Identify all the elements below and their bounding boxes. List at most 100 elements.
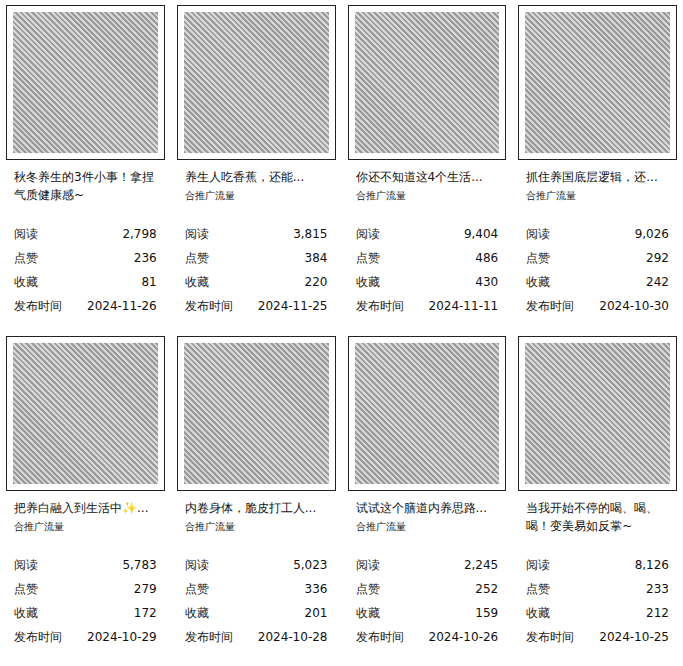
stat-label: 发布时间 <box>185 298 233 315</box>
stat-label: 点赞 <box>14 581 38 598</box>
post-title[interactable]: 秋冬养生的3件小事！拿捏气质健康感~ <box>14 168 157 204</box>
promo-tag: 合推广流量 <box>185 519 328 535</box>
stat-value: 2,798 <box>122 227 156 241</box>
stats-list: 阅读2,798点赞236收藏81发布时间2024-11-26 <box>6 222 165 318</box>
stat-label: 点赞 <box>526 250 550 267</box>
post-card[interactable]: 把养白融入到生活中✨...合推广流量阅读5,783点赞279收藏172发布时间2… <box>6 336 165 649</box>
post-title[interactable]: 把养白融入到生活中✨... <box>14 499 157 517</box>
title-area: 把养白融入到生活中✨... 合推广流量 <box>6 491 165 545</box>
stat-row: 收藏 212 <box>526 601 669 625</box>
post-card[interactable]: 试试这个膳道内养思路...合推广流量阅读2,245点赞252收藏159发布时间2… <box>348 336 507 649</box>
thumbnail-photo <box>13 343 158 484</box>
stat-label: 收藏 <box>526 605 550 622</box>
stat-value: 5,783 <box>122 558 156 572</box>
stat-label: 发布时间 <box>14 629 62 646</box>
post-card[interactable]: 秋冬养生的3件小事！拿捏气质健康感~阅读2,798点赞236收藏81发布时间20… <box>6 5 165 318</box>
stat-value: 2024-10-30 <box>599 299 669 313</box>
stat-row: 阅读9,404 <box>356 222 499 246</box>
stat-row: 点赞 233 <box>526 577 669 601</box>
stats-list: 阅读9,026点赞292收藏242发布时间2024-10-30 <box>518 222 677 318</box>
post-card[interactable]: 当我开始不停的喝、喝、喝！变美易如反掌~ 阅读8,126 点赞 233 收藏 212 发布时… <box>518 336 677 649</box>
post-thumbnail[interactable] <box>348 5 507 160</box>
stat-label: 收藏 <box>14 274 38 291</box>
post-thumbnail[interactable] <box>6 5 165 160</box>
title-area: 养生人吃香蕉，还能... 合推广流量 <box>177 160 336 214</box>
stat-row: 阅读8,126 <box>526 553 669 577</box>
stat-value: 292 <box>646 251 669 265</box>
stat-row: 阅读 5,023 <box>185 553 328 577</box>
stat-row: 发布时间2024-11-11 <box>356 294 499 318</box>
stat-row: 点赞279 <box>14 577 157 601</box>
stat-label: 点赞 <box>526 581 550 598</box>
stat-row: 阅读3,815 <box>185 222 328 246</box>
title-area: 内卷身体，脆皮打工人... 合推广流量 <box>177 491 336 545</box>
stat-row: 收藏172 <box>14 601 157 625</box>
post-thumbnail[interactable] <box>348 336 507 491</box>
stat-label: 发布时间 <box>185 629 233 646</box>
stat-label: 阅读 <box>14 557 38 574</box>
stat-value: 242 <box>646 275 669 289</box>
stat-label: 点赞 <box>356 250 380 267</box>
stat-label: 收藏 <box>356 274 380 291</box>
stat-row: 点赞336 <box>185 577 328 601</box>
stat-label: 点赞 <box>185 250 209 267</box>
stat-row: 发布时间2024-10-25 <box>526 625 669 649</box>
stat-label: 发布时间 <box>526 298 574 315</box>
stat-row: 阅读 5,783 <box>14 553 157 577</box>
stat-value: 236 <box>134 251 157 265</box>
stat-value: 201 <box>305 606 328 620</box>
title-area: 秋冬养生的3件小事！拿捏气质健康感~ <box>6 160 165 214</box>
stat-label: 收藏 <box>185 274 209 291</box>
thumbnail-photo <box>184 343 329 484</box>
stats-list: 阅读5,783点赞279收藏172发布时间2024-10-29 <box>6 553 165 649</box>
promo-tag: 合推广流量 <box>14 519 157 535</box>
stat-value: 2024-10-28 <box>258 630 328 644</box>
post-title[interactable]: 当我开始不停的喝、喝、喝！变美易如反掌~ <box>526 499 669 535</box>
stat-value: 2,245 <box>464 558 498 572</box>
stat-label: 阅读 <box>185 557 209 574</box>
stat-value: 212 <box>646 606 669 620</box>
stat-label: 阅读 <box>356 226 380 243</box>
post-card[interactable]: 你还不知道这4个生活...合推广流量阅读9,404点赞486收藏430发布时间2… <box>348 5 507 318</box>
stat-row: 点赞252 <box>356 577 499 601</box>
post-thumbnail[interactable] <box>6 336 165 491</box>
stat-row: 点赞 384 <box>185 246 328 270</box>
thumbnail-photo <box>525 12 670 153</box>
thumbnail-photo <box>525 343 670 484</box>
promo-tag: 合推广流量 <box>185 188 328 204</box>
stat-label: 阅读 <box>526 557 550 574</box>
stat-row: 发布时间2024-10-26 <box>356 625 499 649</box>
post-thumbnail[interactable] <box>177 336 336 491</box>
stat-value: 220 <box>305 275 328 289</box>
stat-row: 发布时间2024-11-26 <box>14 294 157 318</box>
stat-value: 5,023 <box>293 558 327 572</box>
stat-row: 阅读2,245 <box>356 553 499 577</box>
stat-value: 384 <box>305 251 328 265</box>
stat-row: 收藏201 <box>185 601 328 625</box>
stat-value: 2024-11-11 <box>429 299 499 313</box>
stats-list: 阅读9,404点赞486收藏430发布时间2024-11-11 <box>348 222 507 318</box>
post-title[interactable]: 你还不知道这4个生活... <box>356 168 499 186</box>
post-thumbnail[interactable] <box>177 5 336 160</box>
post-title[interactable]: 抓住养国底层逻辑，还... <box>526 168 669 186</box>
stat-value: 430 <box>475 275 498 289</box>
post-card[interactable]: 抓住养国底层逻辑，还...合推广流量阅读9,026点赞292收藏242发布时间2… <box>518 5 677 318</box>
stat-value: 9,026 <box>635 227 669 241</box>
thumbnail-photo <box>355 343 500 484</box>
post-grid: 秋冬养生的3件小事！拿捏气质健康感~阅读2,798点赞236收藏81发布时间20… <box>0 0 683 654</box>
post-title[interactable]: 试试这个膳道内养思路... <box>356 499 499 517</box>
stat-value: 233 <box>646 582 669 596</box>
post-thumbnail[interactable] <box>518 336 677 491</box>
post-card[interactable]: 内卷身体，脆皮打工人... 合推广流量阅读 5,023 点赞336收藏201 发布时间 2… <box>177 336 336 649</box>
post-thumbnail[interactable] <box>518 5 677 160</box>
stat-value: 252 <box>475 582 498 596</box>
stat-label: 收藏 <box>526 274 550 291</box>
stat-label: 阅读 <box>185 226 209 243</box>
stat-value: 2024-10-25 <box>599 630 669 644</box>
title-area: 抓住养国底层逻辑，还...合推广流量 <box>518 160 677 214</box>
stat-row: 收藏81 <box>14 270 157 294</box>
post-title[interactable]: 养生人吃香蕉，还能... <box>185 168 328 186</box>
post-card[interactable]: 养生人吃香蕉，还能...合推广流量阅读3,815点赞384收藏220发布时间20… <box>177 5 336 318</box>
post-title[interactable]: 内卷身体，脆皮打工人... <box>185 499 328 517</box>
stats-list: 阅读8,126 点赞 233 收藏 212 发布时间2024-10-25 <box>518 553 677 649</box>
